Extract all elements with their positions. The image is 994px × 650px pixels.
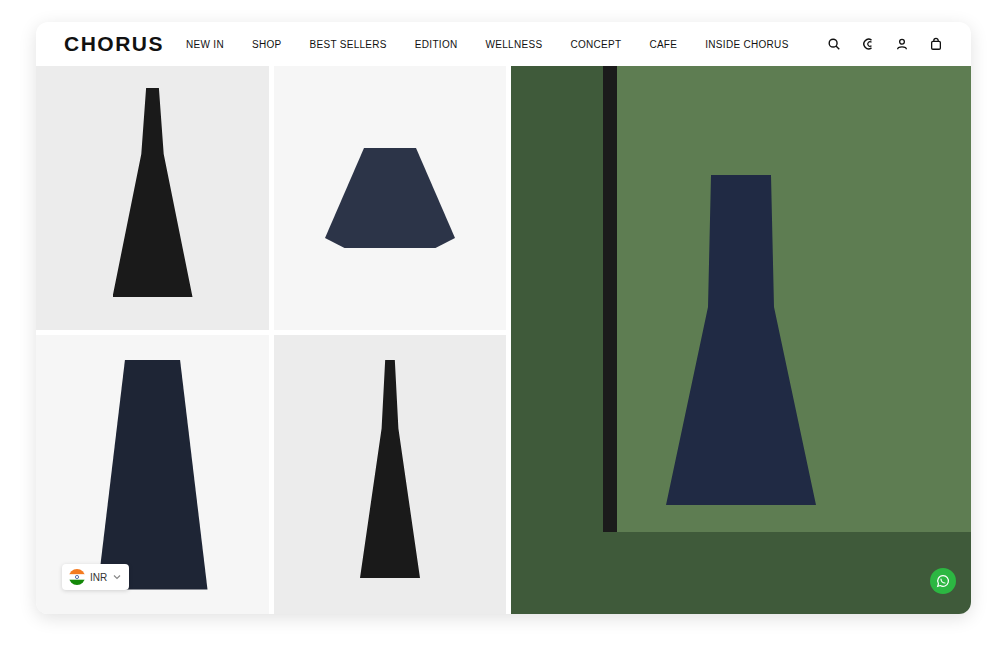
user-icon[interactable] [895,37,909,51]
page: CHORUS NEW IN SHOP BEST SELLERS EDITION WELLN… [0,0,994,650]
header-icons [827,37,943,51]
logo[interactable]: CHORUS [64,32,164,56]
hero-photo[interactable] [511,66,971,614]
search-icon[interactable] [827,37,841,51]
nav-item[interactable]: BEST SELLERS [309,39,386,50]
product-photo[interactable] [36,66,269,330]
currency-selector[interactable]: INR [62,564,129,590]
model-figure [360,360,420,590]
nav-item[interactable]: EDITION [415,39,458,50]
nav-item[interactable]: NEW IN [186,39,224,50]
header: CHORUS NEW IN SHOP BEST SELLERS EDITION WELLN… [36,22,971,66]
nav-item[interactable]: SHOP [252,39,282,50]
nav-item[interactable]: INSIDE CHORUS [705,39,788,50]
product-grid [36,66,971,614]
model-figure [113,88,193,308]
brand-mark-icon[interactable] [861,37,875,51]
product-photo[interactable] [274,335,506,614]
chevron-down-icon [112,572,122,582]
nav-item[interactable]: CONCEPT [570,39,621,50]
whatsapp-icon [935,573,951,589]
skirt-figure [98,360,208,590]
browser-card: CHORUS NEW IN SHOP BEST SELLERS EDITION WELLN… [36,22,971,614]
bag-icon[interactable] [929,37,943,51]
india-flag-icon [69,569,85,585]
nav-item[interactable]: WELLNESS [486,39,543,50]
nav-item[interactable]: CAFE [649,39,677,50]
jacket-figure [325,148,455,248]
whatsapp-button[interactable] [930,568,956,594]
main-nav: NEW IN SHOP BEST SELLERS EDITION WELLNESS CON… [186,39,827,50]
product-photo[interactable] [274,66,506,330]
